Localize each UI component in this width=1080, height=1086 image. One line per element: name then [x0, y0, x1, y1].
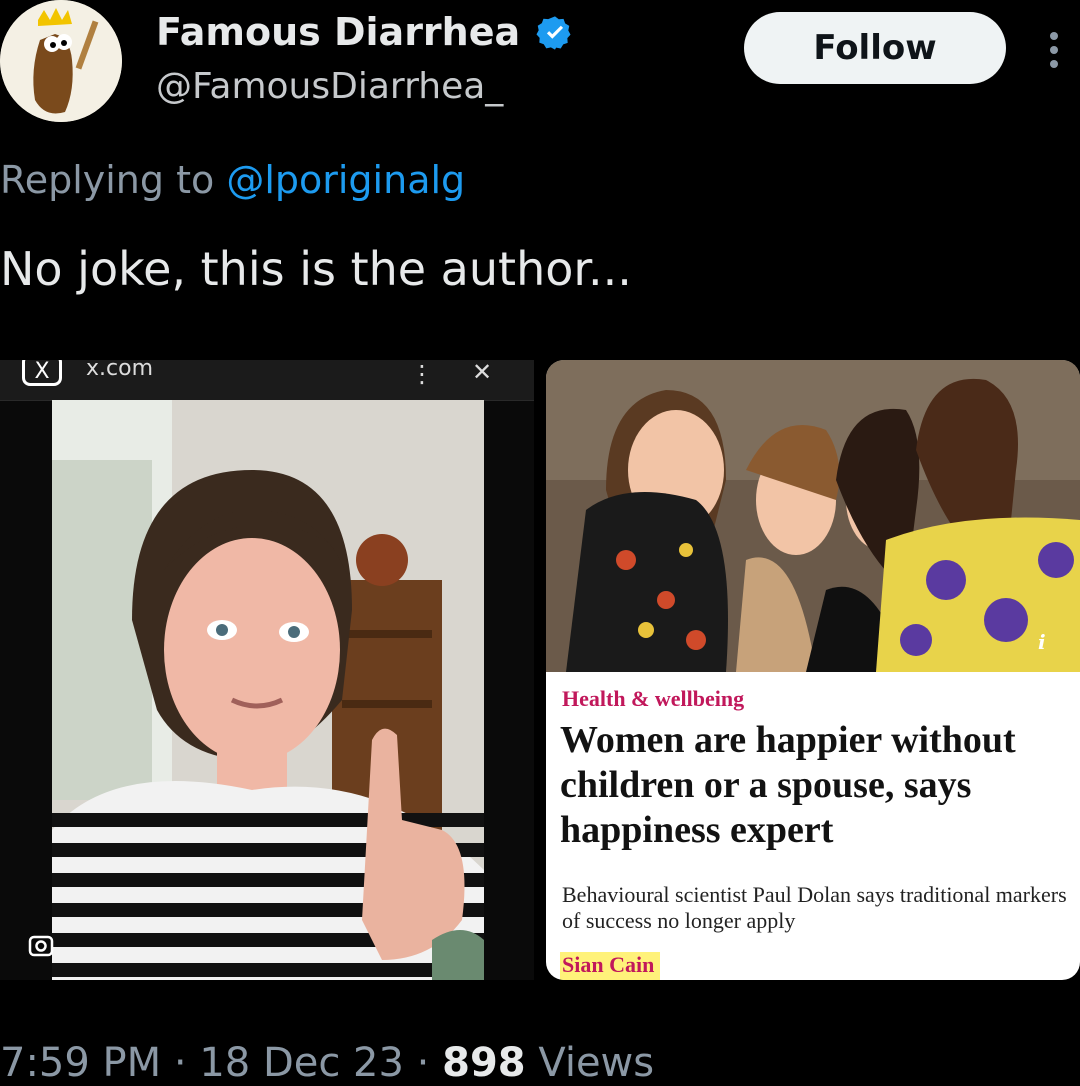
replying-to: Replying to @lporiginalg [0, 158, 465, 202]
article-standfirst: Behavioural scientist Paul Dolan says tr… [562, 882, 1067, 933]
replying-to-label: Replying to [0, 158, 215, 202]
follow-button[interactable]: Follow [744, 12, 1006, 84]
reply-mention-link[interactable]: @lporiginalg [226, 158, 465, 202]
article-photo [546, 360, 1080, 672]
tweet-meta: 7:59 PM · 18 Dec 23 · 898 Views [0, 1040, 655, 1086]
info-icon[interactable]: i [1038, 630, 1060, 660]
article-kicker: Health & wellbeing [562, 686, 745, 711]
embedded-close-icon: ✕ [472, 360, 493, 386]
media-right-article[interactable]: i Health & wellbeing Women are happier w… [546, 360, 1080, 980]
views-count: 898 [442, 1040, 526, 1086]
lens-icon[interactable] [28, 932, 54, 958]
embedded-browser-bar: X x.com ⋮ ✕ [0, 360, 534, 401]
selfie-photo [52, 400, 484, 980]
avatar[interactable] [0, 0, 122, 122]
media-left[interactable]: X x.com ⋮ ✕ [0, 360, 534, 980]
embedded-menu-icon: ⋮ [410, 360, 434, 388]
views-label: Views [538, 1040, 655, 1086]
article-headline: Women are happier without children or a … [560, 719, 1016, 851]
verified-badge-icon [536, 16, 571, 50]
display-name[interactable]: Famous Diarrhea [156, 10, 520, 54]
embedded-url: x.com [86, 360, 153, 381]
handle[interactable]: @FamousDiarrhea_ [156, 66, 503, 107]
x-logo-icon: X [22, 360, 62, 386]
article-byline: Sian Cain [560, 952, 661, 980]
more-options-icon[interactable] [1044, 30, 1064, 70]
tweet-date[interactable]: 18 Dec 23 [199, 1040, 404, 1086]
tweet-time[interactable]: 7:59 PM [0, 1040, 161, 1086]
tweet-text: No joke, this is the author... [0, 242, 632, 296]
